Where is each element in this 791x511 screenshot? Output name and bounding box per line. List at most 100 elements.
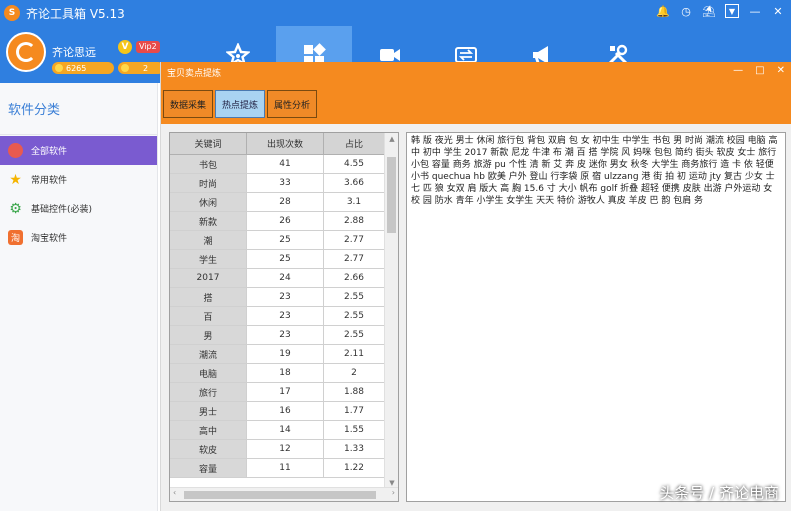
- clock-icon[interactable]: ◷: [679, 4, 693, 18]
- cell-keyword: 百: [170, 307, 247, 326]
- table-row[interactable]: 时尚 33 3.66: [170, 174, 398, 193]
- cell-ratio: 2.55: [324, 307, 385, 326]
- cell-ratio: 2: [324, 364, 385, 383]
- sidebar-heading: 软件分类: [0, 83, 157, 135]
- cell-keyword: 男士: [170, 402, 247, 421]
- keyword-table[interactable]: 关键词 出现次数 占比 书包 41 4.55 时尚 33 3.66 休闲 28 3.1 新款 26 2…: [169, 132, 399, 502]
- keywords-textarea[interactable]: 韩 版 夜光 男士 休闲 旅行包 背包 双肩 包 女 初中生 中学生 书包 男 …: [406, 132, 786, 502]
- table-row[interactable]: 高中 14 1.55: [170, 421, 398, 440]
- cell-count: 16: [247, 402, 324, 421]
- close-icon[interactable]: ✕: [777, 65, 785, 76]
- cell-count: 14: [247, 421, 324, 440]
- cell-count: 11: [247, 459, 324, 478]
- pie-icon: [8, 143, 23, 158]
- dialog-tabs: 数据采集 热点提炼 属性分析: [163, 90, 319, 118]
- table-row[interactable]: 百 23 2.55: [170, 307, 398, 326]
- cell-keyword: 高中: [170, 421, 247, 440]
- cell-ratio: 2.55: [324, 288, 385, 307]
- sidebar-item-label: 全部软件: [31, 147, 68, 157]
- cell-count: 28: [247, 193, 324, 212]
- scroll-down-icon[interactable]: ▼: [385, 479, 398, 487]
- shirt-icon[interactable]: ⛱: [702, 4, 716, 18]
- minimize-icon[interactable]: —: [748, 4, 762, 18]
- horizontal-scrollbar[interactable]: ‹ ›: [170, 487, 398, 501]
- sidebar: 软件分类 全部软件 ★ 常用软件 ⚙ 基础控件(必装) 淘 淘宝软件: [0, 83, 158, 511]
- cell-ratio: 1.88: [324, 383, 385, 402]
- cell-count: 41: [247, 155, 324, 174]
- sidebar-item-common[interactable]: ★ 常用软件: [0, 165, 157, 194]
- maximize-icon[interactable]: □: [755, 65, 764, 76]
- bell-icon[interactable]: 🔔: [656, 4, 670, 18]
- table-row[interactable]: 潮 25 2.77: [170, 231, 398, 250]
- vertical-scrollbar[interactable]: ▲ ▼: [384, 133, 398, 489]
- cell-ratio: 1.22: [324, 459, 385, 478]
- cell-keyword: 潮: [170, 231, 247, 250]
- coin-icon: [55, 64, 63, 72]
- selling-point-dialog: 宝贝卖点提炼 — □ ✕ 数据采集 热点提炼 属性分析 关键词 出现次数 占比: [160, 62, 791, 511]
- table-row[interactable]: 2017 24 2.66: [170, 269, 398, 288]
- tab-data-collect[interactable]: 数据采集: [163, 90, 214, 118]
- table-row[interactable]: 软皮 12 1.33: [170, 440, 398, 459]
- cell-ratio: 2.11: [324, 345, 385, 364]
- scroll-up-icon[interactable]: ▲: [385, 135, 398, 143]
- cell-count: 25: [247, 231, 324, 250]
- app-logo-icon: S: [4, 5, 20, 21]
- cell-ratio: 2.88: [324, 212, 385, 231]
- scroll-left-icon[interactable]: ‹: [173, 488, 176, 497]
- close-icon[interactable]: ✕: [771, 4, 785, 18]
- scroll-thumb[interactable]: [184, 491, 376, 499]
- coins-value: 6265: [66, 63, 87, 73]
- coins-badge: 6265: [52, 62, 114, 74]
- table-row[interactable]: 休闲 28 3.1: [170, 193, 398, 212]
- cell-count: 26: [247, 212, 324, 231]
- user-name[interactable]: 齐论思远: [52, 44, 96, 60]
- cell-keyword: 休闲: [170, 193, 247, 212]
- cell-keyword: 容量: [170, 459, 247, 478]
- column-header-count[interactable]: 出现次数: [247, 133, 324, 155]
- gear-icon: ⚙: [9, 200, 22, 217]
- cell-ratio: 1.55: [324, 421, 385, 440]
- minimize-icon[interactable]: —: [733, 65, 743, 76]
- cell-ratio: 3.1: [324, 193, 385, 212]
- sidebar-item-all[interactable]: 全部软件: [0, 136, 157, 165]
- cell-ratio: 2.77: [324, 250, 385, 269]
- table-rows: 书包 41 4.55 时尚 33 3.66 休闲 28 3.1 新款 26 2.88 潮 25 2.77 学生…: [170, 155, 398, 478]
- table-row[interactable]: 搭 23 2.55: [170, 288, 398, 307]
- table-row[interactable]: 男士 16 1.77: [170, 402, 398, 421]
- cell-keyword: 电脑: [170, 364, 247, 383]
- column-header-keyword[interactable]: 关键词: [170, 133, 247, 155]
- table-row[interactable]: 容量 11 1.22: [170, 459, 398, 478]
- watermark: 头条号 / 齐论电商: [659, 484, 779, 502]
- dropdown-icon[interactable]: ▼: [725, 4, 739, 18]
- points-badge: 2: [118, 62, 164, 74]
- table-row[interactable]: 电脑 18 2: [170, 364, 398, 383]
- scroll-right-icon[interactable]: ›: [392, 488, 395, 497]
- table-row[interactable]: 男 23 2.55: [170, 326, 398, 345]
- cell-count: 18: [247, 364, 324, 383]
- star-icon: ★: [9, 171, 22, 188]
- sidebar-item-basic[interactable]: ⚙ 基础控件(必装): [0, 194, 157, 223]
- scroll-thumb[interactable]: [387, 157, 396, 233]
- table-row[interactable]: 新款 26 2.88: [170, 212, 398, 231]
- cell-ratio: 2.66: [324, 269, 385, 288]
- avatar[interactable]: [6, 32, 46, 72]
- cell-count: 23: [247, 326, 324, 345]
- table-row[interactable]: 旅行 17 1.88: [170, 383, 398, 402]
- table-row[interactable]: 书包 41 4.55: [170, 155, 398, 174]
- dialog-body: 关键词 出现次数 占比 书包 41 4.55 时尚 33 3.66 休闲 28 3.1 新款 26 2…: [161, 124, 791, 511]
- dialog-titlebar: 宝贝卖点提炼 — □ ✕: [161, 62, 791, 82]
- table-row[interactable]: 学生 25 2.77: [170, 250, 398, 269]
- window-controls: 🔔 ◷ ⛱ ▼ — ✕: [656, 4, 785, 18]
- point-icon: [121, 64, 129, 72]
- sidebar-item-taobao[interactable]: 淘 淘宝软件: [0, 223, 157, 252]
- cell-count: 17: [247, 383, 324, 402]
- tab-attribute-analysis[interactable]: 属性分析: [267, 90, 318, 118]
- table-row[interactable]: 潮流 19 2.11: [170, 345, 398, 364]
- column-header-ratio[interactable]: 占比: [324, 133, 385, 155]
- title-bar: S 齐论工具箱 V5.13 🔔 ◷ ⛱ ▼ — ✕: [0, 0, 791, 26]
- cell-keyword: 潮流: [170, 345, 247, 364]
- cell-count: 23: [247, 307, 324, 326]
- cell-count: 24: [247, 269, 324, 288]
- tab-hotspot-extract[interactable]: 热点提炼: [215, 90, 266, 118]
- cell-keyword: 软皮: [170, 440, 247, 459]
